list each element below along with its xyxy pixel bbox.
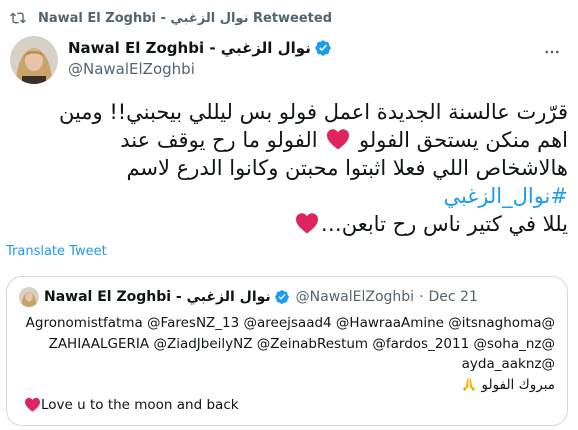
tweet-line-2-end: الفولو ما رح يوقف عند — [120, 128, 318, 152]
quoted-author-handle: @NawalElZoghbi — [295, 289, 415, 305]
author-display-name[interactable]: Nawal El Zoghbi - نوال الزغبي — [68, 39, 311, 57]
display-name-row[interactable]: Nawal El Zoghbi - نوال الزغبي — [68, 38, 332, 58]
quoted-tweet[interactable]: Nawal El Zoghbi - نوال الزغبي @NawalElZo… — [6, 276, 568, 426]
quoted-author-avatar — [19, 287, 39, 307]
quoted-tweet-date: Dec 21 — [428, 289, 478, 305]
heart-icon — [25, 397, 40, 412]
verified-badge-icon — [315, 40, 331, 56]
quoted-author-display-name: Nawal El Zoghbi - نوال الزغبي — [44, 289, 271, 305]
mentions-line-3: @ayda_aaknz — [461, 356, 555, 372]
retweet-indicator[interactable]: Nawal El Zoghbi - نوال الزغبي Retweeted — [10, 8, 332, 28]
quoted-tweet-body: @Agronomistfatma @FaresNZ_13 @areejsaad4… — [19, 313, 555, 416]
heart-icon — [327, 129, 350, 150]
tweet-line-3: هالاشخاص اللي فعلا اثبتوا محبتن وكانوا ا… — [126, 156, 568, 180]
verified-badge-icon — [274, 290, 289, 304]
author-handle[interactable]: @NawalElZoghbi — [68, 60, 332, 78]
heart-icon — [295, 213, 318, 234]
tweet-line-5-text: يللا في كتير ناس رح تابعن… — [320, 212, 568, 236]
mentions-line-1: @Agronomistfatma @FaresNZ_13 @areejsaad4… — [25, 315, 555, 331]
more-icon — [545, 50, 559, 54]
tweet-text: قرّرت عالسنة الجديدة اعمل فولو بس ليللي … — [10, 98, 568, 238]
congrats-text: مبروك الفولو — [481, 376, 555, 393]
retweet-icon — [10, 12, 26, 24]
love-line: Love u to the moon and back — [19, 395, 555, 416]
tweet-header: Nawal El Zoghbi - نوال الزغبي @NawalElZo… — [10, 36, 568, 84]
translate-tweet-link[interactable]: Translate Tweet — [6, 244, 107, 259]
tweet-line-1: قرّرت عالسنة الجديدة اعمل فولو بس ليللي … — [58, 100, 568, 124]
quoted-tweet-header: Nawal El Zoghbi - نوال الزغبي @NawalElZo… — [19, 287, 478, 307]
hashtag-link[interactable]: #نوال_الزغبي — [10, 182, 568, 210]
tweet-line-2: اهم منكن يستحق الفولو الفولو ما رح يوقف … — [10, 126, 568, 154]
love-text: Love u to the moon and back — [41, 397, 239, 413]
tweet-line-2-start: اهم منكن يستحق الفولو — [358, 128, 568, 152]
author-names: Nawal El Zoghbi - نوال الزغبي @NawalElZo… — [68, 38, 332, 78]
author-avatar[interactable] — [10, 36, 58, 84]
folded-hands-icon — [463, 377, 476, 391]
more-options-button[interactable] — [540, 40, 564, 64]
tweet-line-5: يللا في كتير ناس رح تابعن… — [10, 210, 568, 238]
retweet-label: Nawal El Zoghbi - نوال الزغبي Retweeted — [38, 10, 333, 26]
separator-dot: · — [419, 289, 424, 305]
mentions-line-2: @ZAHIAALGERIA @ZiadJbeilyNZ @ZeinabRestu… — [48, 335, 555, 352]
congrats-line: مبروك الفولو — [19, 375, 555, 396]
